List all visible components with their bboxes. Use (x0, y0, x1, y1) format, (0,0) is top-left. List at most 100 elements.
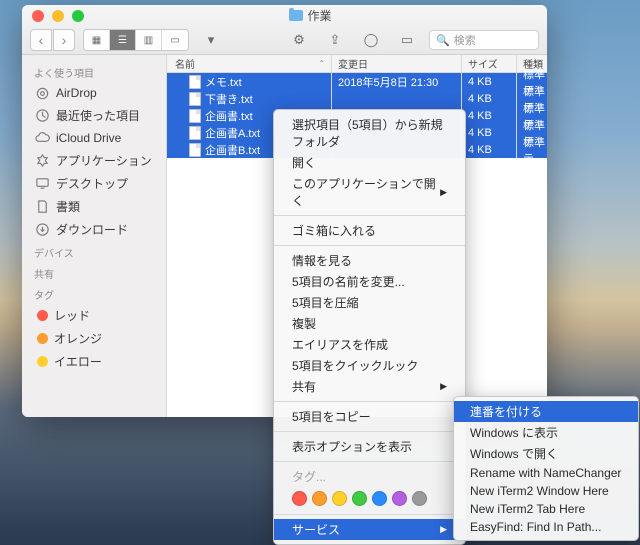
menu-item[interactable]: 5項目をクイックルック (274, 355, 465, 376)
arrange-button[interactable]: ▾ (197, 30, 225, 50)
menu-item[interactable]: エイリアスを作成 (274, 334, 465, 355)
menu-item[interactable]: このアプリケーションで開く▶ (274, 173, 465, 211)
menu-item-label: このアプリケーションで開く (292, 175, 440, 209)
menu-item-label: ゴミ箱に入れる (292, 222, 376, 239)
submenu-item[interactable]: EasyFind: Find In Path... (454, 518, 638, 536)
icon-view-button[interactable]: ▦ (84, 30, 110, 50)
sidebar-item-recents[interactable]: 最近使った項目 (22, 104, 166, 127)
minimize-button[interactable] (52, 10, 64, 22)
menu-item-label: 情報を見る (292, 252, 352, 269)
menu-item[interactable]: 開く (274, 152, 465, 173)
menu-separator (274, 431, 465, 432)
quicklook-button[interactable]: ▭ (393, 30, 421, 50)
sidebar-item-airdrop[interactable]: AirDrop (22, 82, 166, 104)
file-icon (189, 143, 201, 157)
column-name[interactable]: 名前⌃ (167, 55, 332, 72)
download-icon (34, 222, 50, 238)
submenu-arrow-icon: ▶ (440, 187, 447, 198)
sidebar-item-downloads[interactable]: ダウンロード (22, 218, 166, 241)
sidebar-header-shared: 共有 (22, 262, 166, 283)
tag-color[interactable] (372, 491, 387, 506)
sidebar-item-documents[interactable]: 書類 (22, 195, 166, 218)
menu-item-label: 5項目の名前を変更... (292, 273, 405, 290)
file-date: 2018年5月8日 21:30 (332, 73, 462, 90)
submenu-item[interactable]: 連番を付ける (454, 401, 638, 422)
sidebar-item-applications[interactable]: アプリケーション (22, 149, 166, 172)
menu-item[interactable]: 複製 (274, 313, 465, 334)
menu-item-label: 5項目をコピー (292, 408, 371, 425)
tag-color[interactable] (352, 491, 367, 506)
search-field[interactable]: 🔍 検索 (429, 30, 539, 50)
file-name: メモ.txt (205, 74, 242, 90)
file-size: 4 KB (462, 141, 517, 158)
sidebar-tag-yellow[interactable]: イエロー (22, 350, 166, 373)
file-name: 企画書A.txt (205, 125, 260, 141)
tag-dot-icon (37, 333, 48, 344)
submenu-item[interactable]: Windows で開く (454, 443, 638, 464)
menu-item[interactable]: 5項目の名前を変更... (274, 271, 465, 292)
file-icon (189, 92, 201, 106)
column-size[interactable]: サイズ (462, 55, 517, 72)
zoom-button[interactable] (72, 10, 84, 22)
folder-icon (289, 10, 303, 21)
close-button[interactable] (32, 10, 44, 22)
forward-button[interactable]: › (53, 29, 75, 51)
tag-color[interactable] (292, 491, 307, 506)
file-icon (189, 109, 201, 123)
menu-item[interactable]: 5項目を圧縮 (274, 292, 465, 313)
titlebar: 作業 ‹ › ▦ ☰ ▥ ▭ ▾ ⚙ ⇪ ◯ ▭ 🔍 検索 (22, 5, 547, 55)
app-icon (34, 153, 50, 169)
menu-item[interactable]: サービス▶ (274, 519, 465, 540)
column-view-button[interactable]: ▥ (136, 30, 162, 50)
submenu-item[interactable]: New iTerm2 Window Here (454, 482, 638, 500)
column-date[interactable]: 変更日 (332, 55, 462, 72)
menu-item[interactable]: タグ... (274, 466, 465, 487)
tags-button[interactable]: ◯ (357, 30, 385, 50)
file-size: 4 KB (462, 124, 517, 141)
sidebar-item-label: デスクトップ (56, 175, 128, 192)
sidebar-tag-red[interactable]: レッド (22, 304, 166, 327)
menu-item[interactable]: 5項目をコピー (274, 406, 465, 427)
file-row[interactable]: メモ.txt2018年5月8日 21:304 KB標準テ (167, 73, 547, 90)
menu-item[interactable]: 共有▶ (274, 376, 465, 397)
tag-color[interactable] (312, 491, 327, 506)
cloud-icon (34, 130, 50, 146)
tag-dot-icon (37, 310, 48, 321)
gallery-view-button[interactable]: ▭ (162, 30, 188, 50)
desktop-icon (34, 176, 50, 192)
file-name: 企画書.txt (205, 108, 253, 124)
submenu-item[interactable]: Windows に表示 (454, 422, 638, 443)
sidebar-item-label: 書類 (56, 198, 80, 215)
action-button[interactable]: ⚙ (285, 30, 313, 50)
file-date (332, 90, 462, 107)
menu-item[interactable]: 情報を見る (274, 250, 465, 271)
file-size: 4 KB (462, 90, 517, 107)
menu-separator (274, 215, 465, 216)
back-button[interactable]: ‹ (30, 29, 52, 51)
file-row[interactable]: 下書き.txt4 KB標準テ (167, 90, 547, 107)
toolbar: ‹ › ▦ ☰ ▥ ▭ ▾ ⚙ ⇪ ◯ ▭ 🔍 検索 (22, 27, 547, 54)
file-size: 4 KB (462, 107, 517, 124)
tag-color[interactable] (392, 491, 407, 506)
sidebar: よく使う項目 AirDrop 最近使った項目 iCloud Drive アプリケ… (22, 55, 167, 417)
tag-color[interactable] (332, 491, 347, 506)
submenu-arrow-icon: ▶ (440, 381, 447, 392)
tag-color[interactable] (412, 491, 427, 506)
share-button[interactable]: ⇪ (321, 30, 349, 50)
menu-item[interactable]: 選択項目（5項目）から新規フォルダ (274, 114, 465, 152)
sidebar-item-icloud[interactable]: iCloud Drive (22, 127, 166, 149)
file-icon (189, 126, 201, 140)
list-view-button[interactable]: ☰ (110, 30, 136, 50)
sidebar-header-tags: タグ (22, 283, 166, 304)
menu-item-label: サービス (292, 521, 340, 538)
submenu-item[interactable]: Rename with NameChanger (454, 464, 638, 482)
doc-icon (34, 199, 50, 215)
sidebar-tag-orange[interactable]: オレンジ (22, 327, 166, 350)
submenu-item[interactable]: New iTerm2 Tab Here (454, 500, 638, 518)
file-name: 下書き.txt (205, 91, 253, 107)
file-kind: 標準テ (517, 141, 547, 158)
menu-item[interactable]: ゴミ箱に入れる (274, 220, 465, 241)
traffic-lights (32, 10, 84, 22)
menu-item[interactable]: 表示オプションを表示 (274, 436, 465, 457)
sidebar-item-desktop[interactable]: デスクトップ (22, 172, 166, 195)
